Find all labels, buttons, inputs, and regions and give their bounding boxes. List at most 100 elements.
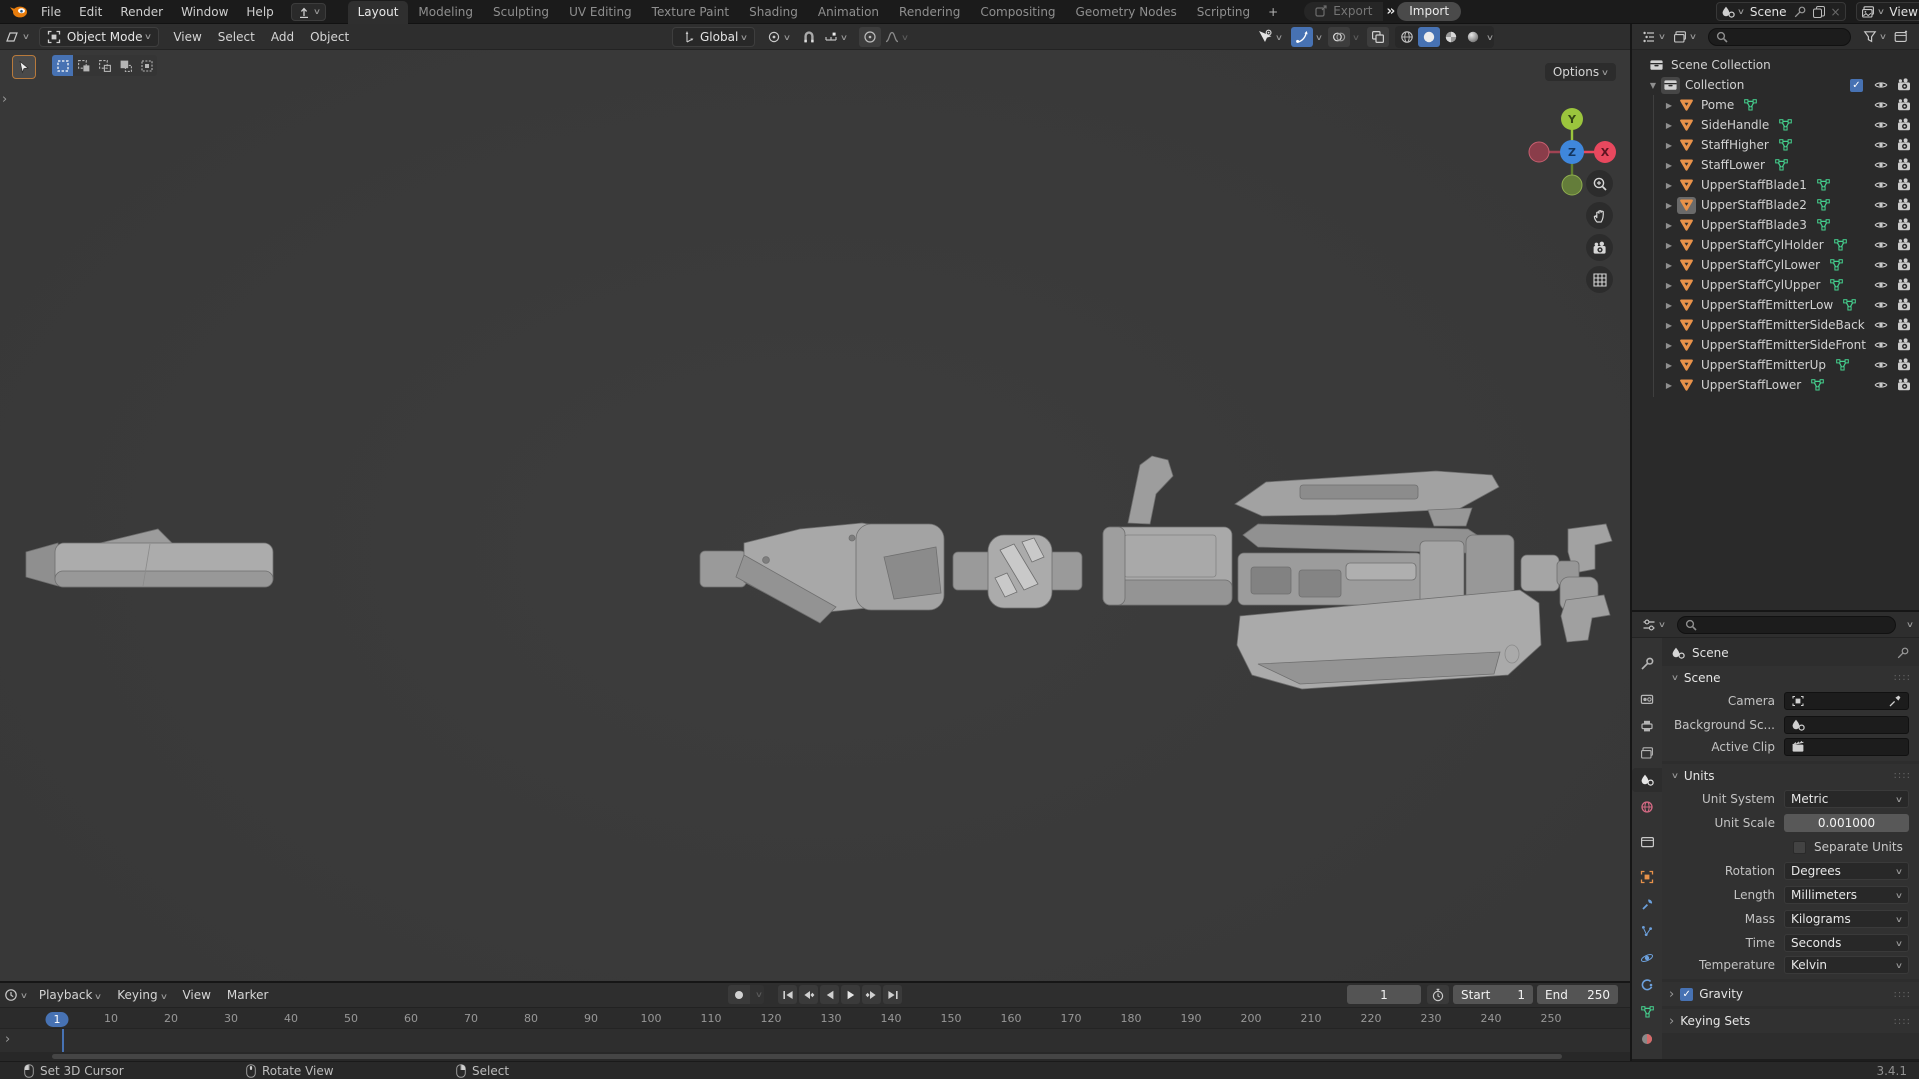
hide-in-viewport-toggle[interactable] bbox=[1874, 358, 1888, 372]
disable-in-renders-toggle[interactable] bbox=[1897, 338, 1911, 352]
disable-in-renders-toggle[interactable] bbox=[1897, 318, 1911, 332]
select-mode-intersect-button[interactable] bbox=[136, 55, 157, 76]
proportional-falloff-dropdown[interactable] bbox=[881, 30, 912, 44]
editor-type-button[interactable] bbox=[1638, 618, 1669, 632]
hide-in-viewport-toggle[interactable] bbox=[1874, 78, 1888, 92]
current-frame-field[interactable]: 1 bbox=[1347, 985, 1421, 1004]
tab-particles[interactable] bbox=[1632, 919, 1662, 943]
tab-collection[interactable] bbox=[1632, 830, 1662, 854]
rotation-dropdown[interactable]: Degrees bbox=[1784, 862, 1909, 880]
time-dropdown[interactable]: Seconds bbox=[1784, 934, 1909, 952]
unit-system-dropdown[interactable]: Metric bbox=[1784, 790, 1909, 808]
tab-layout[interactable]: Layout bbox=[347, 0, 409, 24]
tab-world[interactable] bbox=[1632, 795, 1662, 819]
outliner-object-row[interactable]: UpperStaffCylLower bbox=[1632, 255, 1919, 275]
disclosure-triangle-icon[interactable] bbox=[1662, 241, 1676, 250]
end-frame-field[interactable]: End 250 bbox=[1537, 985, 1618, 1004]
tab-modeling[interactable]: Modeling bbox=[408, 1, 483, 24]
snap-settings-dropdown[interactable] bbox=[820, 30, 851, 44]
filter-dropdown[interactable] bbox=[1859, 30, 1890, 44]
outliner-object-row[interactable]: UpperStaffBlade1 bbox=[1632, 175, 1919, 195]
tab-tool[interactable] bbox=[1632, 652, 1662, 676]
object-name[interactable]: UpperStaffCylUpper bbox=[1701, 278, 1820, 292]
staff-model-parts[interactable] bbox=[0, 24, 1630, 981]
collection-row[interactable]: Collection bbox=[1632, 75, 1919, 95]
tab-sculpting[interactable]: Sculpting bbox=[483, 1, 559, 24]
outliner-object-row[interactable]: UpperStaffBlade2 bbox=[1632, 195, 1919, 215]
jump-to-next-keyframe-button[interactable] bbox=[862, 985, 881, 1004]
menu-view[interactable]: View bbox=[174, 988, 218, 1002]
auto-keying-toggle[interactable] bbox=[728, 985, 750, 1004]
properties-search-input[interactable] bbox=[1676, 615, 1897, 634]
outliner-object-row[interactable]: Pome bbox=[1632, 95, 1919, 115]
object-name[interactable]: Pome bbox=[1701, 98, 1734, 112]
xray-toggle[interactable] bbox=[1367, 27, 1390, 47]
disclosure-triangle-icon[interactable] bbox=[1662, 121, 1676, 130]
current-frame-indicator[interactable]: 1 bbox=[45, 1012, 69, 1027]
outliner-object-row[interactable]: UpperStaffCylUpper bbox=[1632, 275, 1919, 295]
gizmos-toggle[interactable] bbox=[1291, 27, 1314, 47]
object-visibility-dropdown[interactable] bbox=[1253, 29, 1286, 45]
tab-texture-paint[interactable]: Texture Paint bbox=[642, 1, 739, 24]
tab-scene[interactable] bbox=[1632, 768, 1662, 792]
zoom-button[interactable] bbox=[1586, 170, 1613, 197]
disclosure-triangle-icon[interactable] bbox=[1662, 101, 1676, 110]
outliner-object-row[interactable]: UpperStaffLower bbox=[1632, 375, 1919, 395]
blender-logo-icon[interactable] bbox=[8, 4, 28, 19]
shading-rendered-button[interactable] bbox=[1462, 27, 1484, 47]
editor-type-button[interactable] bbox=[0, 29, 33, 45]
editor-type-button[interactable] bbox=[0, 988, 31, 1002]
tab-material[interactable] bbox=[1632, 1027, 1662, 1051]
jump-to-start-button[interactable] bbox=[778, 985, 797, 1004]
object-name[interactable]: UpperStaffLower bbox=[1701, 378, 1801, 392]
snap-toggle[interactable] bbox=[798, 30, 820, 44]
disclosure-triangle-icon[interactable] bbox=[1662, 281, 1676, 290]
chevron-down-icon[interactable] bbox=[1315, 33, 1323, 42]
object-name[interactable]: SideHandle bbox=[1701, 118, 1769, 132]
shading-material-button[interactable] bbox=[1440, 27, 1462, 47]
properties-options-chevron-icon[interactable] bbox=[1906, 620, 1914, 629]
new-scene-icon[interactable] bbox=[1812, 5, 1826, 19]
collection-name[interactable]: Scene Collection bbox=[1671, 58, 1771, 72]
tab-geometry-nodes[interactable]: Geometry Nodes bbox=[1066, 1, 1187, 24]
scene-name[interactable]: Scene bbox=[1750, 5, 1787, 19]
outliner-object-row[interactable]: UpperStaffEmitterUp bbox=[1632, 355, 1919, 375]
outliner-object-row[interactable]: UpperStaffBlade3 bbox=[1632, 215, 1919, 235]
timeline-track-area[interactable] bbox=[0, 1029, 1630, 1052]
outliner-search-input[interactable] bbox=[1707, 27, 1852, 46]
mode-dropdown[interactable]: Object Mode bbox=[38, 26, 160, 47]
unit-scale-slider[interactable]: 0.001000 bbox=[1784, 814, 1909, 832]
disable-in-renders-toggle[interactable] bbox=[1897, 98, 1911, 112]
units-section-header[interactable]: Units bbox=[1662, 764, 1919, 787]
pin-icon[interactable] bbox=[1793, 5, 1807, 19]
tab-compositing[interactable]: Compositing bbox=[970, 1, 1065, 24]
options-dropdown[interactable]: Options bbox=[1544, 63, 1616, 81]
hide-in-viewport-toggle[interactable] bbox=[1874, 378, 1888, 392]
object-name[interactable]: UpperStaffBlade3 bbox=[1701, 218, 1807, 232]
channels-expand-arrow[interactable] bbox=[5, 1032, 10, 1047]
tab-rendering[interactable]: Rendering bbox=[889, 1, 970, 24]
tab-output[interactable] bbox=[1632, 714, 1662, 738]
object-name[interactable]: UpperStaffCylLower bbox=[1701, 258, 1820, 272]
mass-dropdown[interactable]: Kilograms bbox=[1784, 910, 1909, 928]
tab-modifiers[interactable] bbox=[1632, 892, 1662, 916]
menu-window[interactable]: Window bbox=[172, 5, 237, 19]
object-name[interactable]: UpperStaffEmitterUp bbox=[1701, 358, 1826, 372]
menu-view[interactable]: View bbox=[165, 30, 209, 44]
tab-constraints[interactable] bbox=[1632, 973, 1662, 997]
jump-to-prev-keyframe-button[interactable] bbox=[799, 985, 818, 1004]
hide-in-viewport-toggle[interactable] bbox=[1874, 278, 1888, 292]
menu-edit[interactable]: Edit bbox=[70, 5, 111, 19]
hide-in-viewport-toggle[interactable] bbox=[1874, 238, 1888, 252]
playhead-line[interactable] bbox=[62, 1029, 64, 1052]
scene-collection-row[interactable]: Scene Collection bbox=[1632, 55, 1919, 75]
outliner-object-row[interactable]: StaffLower bbox=[1632, 155, 1919, 175]
select-mode-extend-button[interactable] bbox=[73, 55, 94, 76]
keying-sets-section-header[interactable]: Keying Sets bbox=[1662, 1009, 1919, 1033]
start-frame-field[interactable]: Start 1 bbox=[1453, 985, 1533, 1004]
object-name[interactable]: StaffLower bbox=[1701, 158, 1765, 172]
hide-in-viewport-toggle[interactable] bbox=[1874, 318, 1888, 332]
transform-orientation-dropdown[interactable]: Global bbox=[672, 27, 756, 47]
unlink-scene-icon[interactable]: × bbox=[1831, 5, 1841, 19]
menu-keying[interactable]: Keying bbox=[109, 988, 174, 1002]
